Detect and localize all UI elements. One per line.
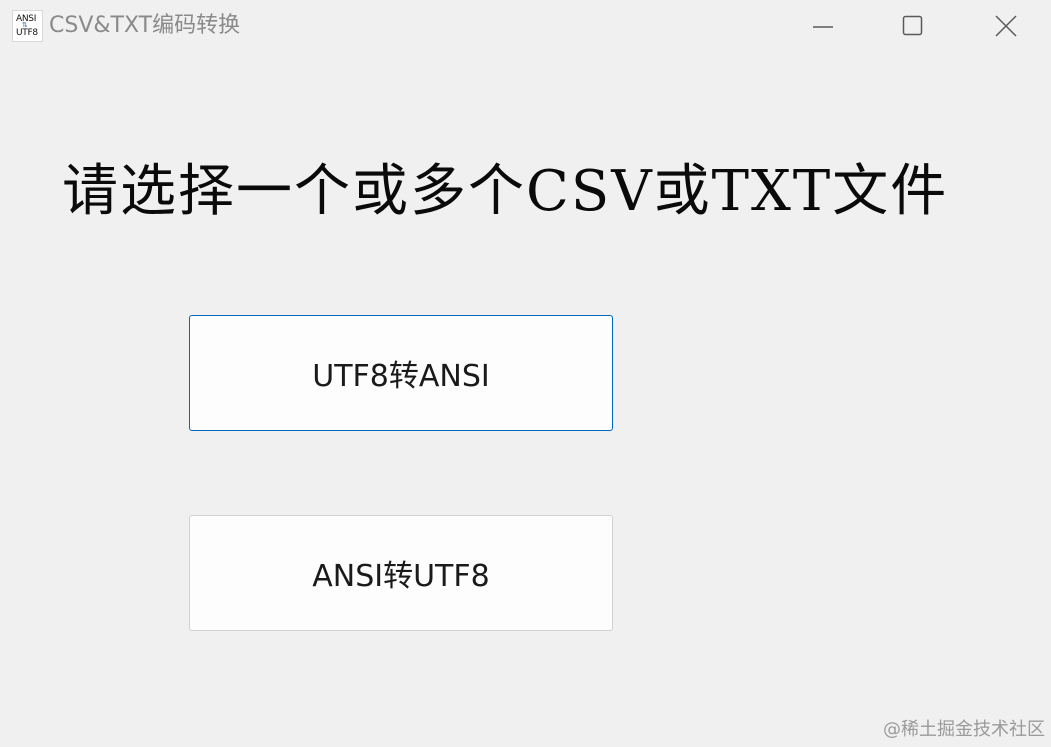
watermark-text: @稀土掘金技术社区 [883,719,1045,740]
app-convert-icon: ANSI ⇅ UTF8 [12,10,43,42]
app-window: ANSI ⇅ UTF8 CSV&TXT编码转换 请选择一个或多个CSV或TXT文… [0,0,1051,747]
close-icon [995,15,1017,37]
maximize-icon [902,15,923,36]
utf8-to-ansi-button[interactable]: UTF8转ANSI [189,315,613,431]
minimize-button[interactable] [778,0,868,52]
minimize-icon [813,26,833,28]
title-bar[interactable]: ANSI ⇅ UTF8 CSV&TXT编码转换 [0,0,1051,52]
maximize-button[interactable] [868,0,958,52]
window-title: CSV&TXT编码转换 [49,13,241,38]
ansi-to-utf8-button[interactable]: ANSI转UTF8 [189,515,613,631]
instruction-heading: 请选择一个或多个CSV或TXT文件 [62,159,949,224]
close-button[interactable] [961,0,1051,52]
app-icon-text-bottom: UTF8 [16,28,38,38]
